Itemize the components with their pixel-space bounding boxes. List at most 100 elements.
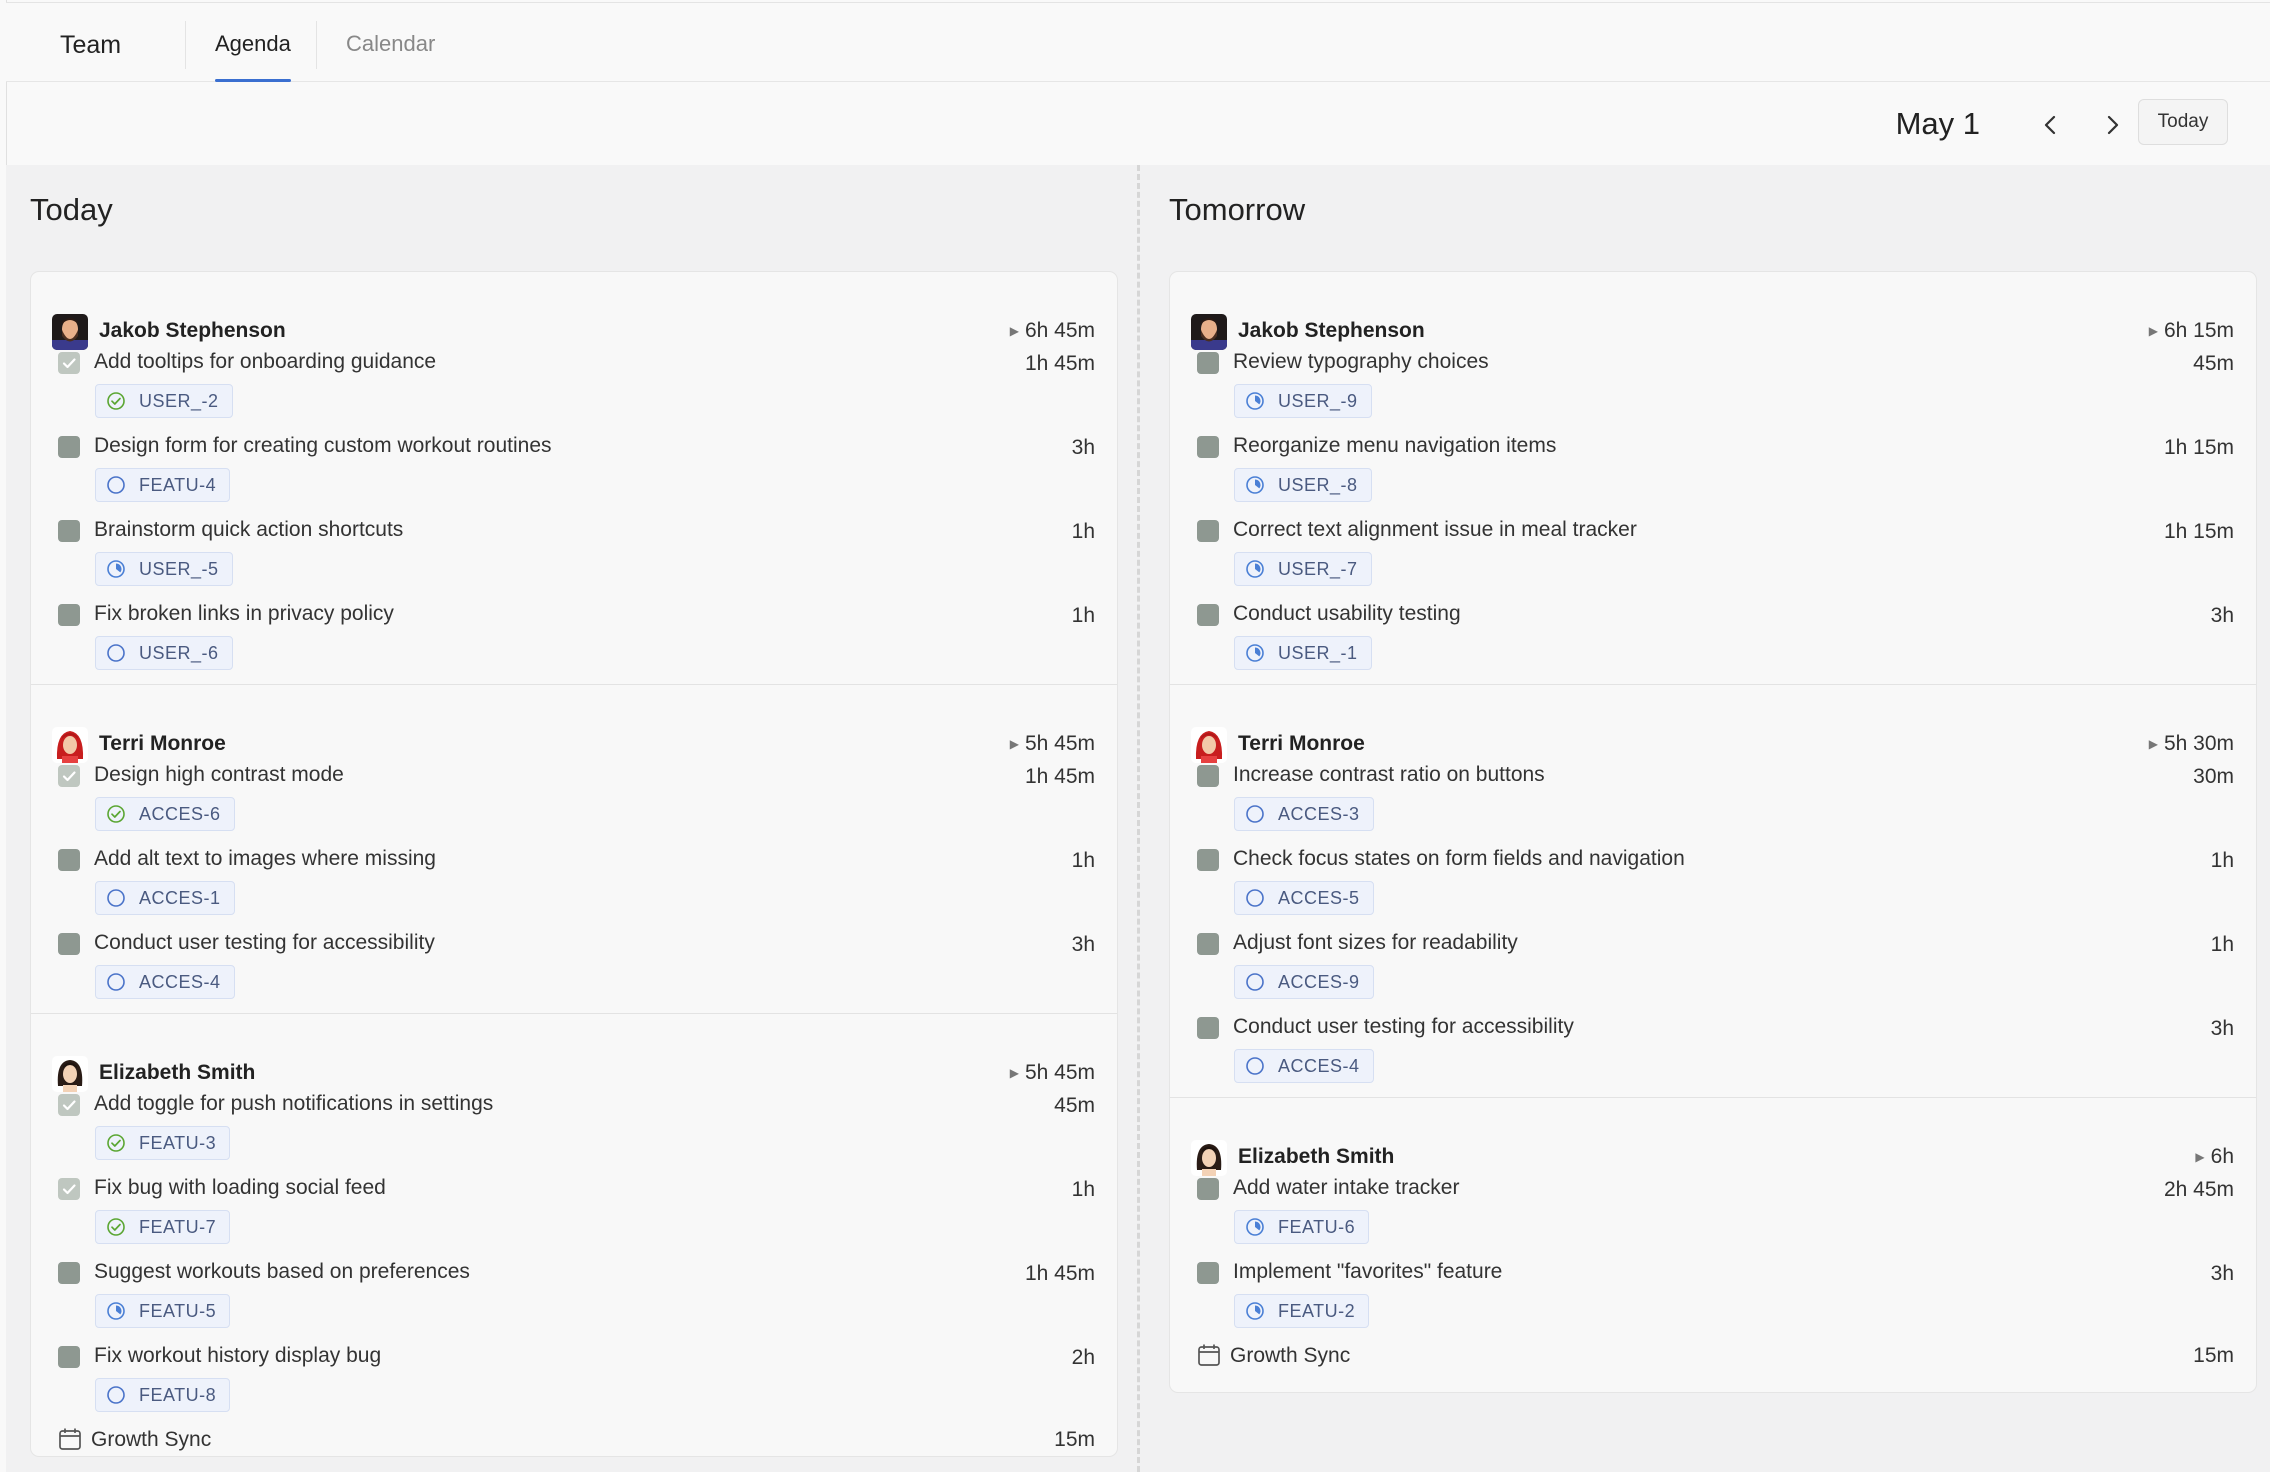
person-total-value: 5h 45m: [1024, 1061, 1095, 1084]
task-checkbox[interactable]: [58, 604, 80, 626]
task-checkbox[interactable]: [58, 520, 80, 542]
task-checkbox[interactable]: [1197, 849, 1219, 871]
task-title[interactable]: Conduct user testing for accessibility: [94, 931, 435, 955]
task-title[interactable]: Fix broken links in privacy policy: [94, 602, 394, 626]
task-checkbox[interactable]: [1197, 765, 1219, 787]
expand-triangle-icon: ▶: [1009, 1066, 1019, 1081]
person-total-value: 6h: [2210, 1145, 2234, 1168]
task-issue-tag[interactable]: FEATU-3: [95, 1126, 231, 1160]
task-title[interactable]: Add water intake tracker: [1233, 1176, 1459, 1200]
task-row: Add water intake tracker 2h 45m FEATU-6: [1170, 1166, 2256, 1250]
today-card: Jakob Stephenson ▶ 6h 45m Add tooltips for …: [30, 271, 1118, 1457]
task-checkbox[interactable]: [58, 1178, 80, 1200]
tab-separator: [185, 21, 186, 69]
task-issue-id: USER_-5: [139, 558, 219, 579]
task-duration: 1h: [2210, 849, 2234, 872]
task-row: Conduct usability testing 3h USER_-1: [1170, 592, 2256, 676]
task-issue-id: USER_-2: [139, 390, 219, 411]
task-issue-tag[interactable]: USER_-1: [1234, 636, 1372, 670]
event-duration: 15m: [1054, 1428, 1095, 1451]
calendar-icon: [57, 1426, 83, 1452]
calendar-event-row[interactable]: Growth Sync 15m: [1170, 1334, 2256, 1380]
task-checkbox[interactable]: [58, 436, 80, 458]
task-issue-tag[interactable]: FEATU-2: [1234, 1294, 1370, 1328]
task-issue-tag[interactable]: USER_-9: [1234, 384, 1372, 418]
expand-triangle-icon: ▶: [2195, 1150, 2205, 1165]
task-issue-tag[interactable]: FEATU-7: [95, 1210, 231, 1244]
task-duration: 1h 45m: [1024, 765, 1095, 788]
task-issue-tag[interactable]: FEATU-5: [95, 1294, 231, 1328]
task-title[interactable]: Design high contrast mode: [94, 763, 344, 787]
task-title[interactable]: Reorganize menu navigation items: [1233, 434, 1556, 458]
task-row: Add alt text to images where missing 1h AC…: [31, 837, 1117, 921]
task-checkbox[interactable]: [1197, 1262, 1219, 1284]
task-title[interactable]: Design form for creating custom workout …: [94, 434, 552, 458]
task-checkbox[interactable]: [58, 765, 80, 787]
event-title: Growth Sync: [91, 1428, 212, 1451]
task-checkbox[interactable]: [58, 849, 80, 871]
task-checkbox[interactable]: [58, 933, 80, 955]
task-row: Design form for creating custom workout …: [31, 424, 1117, 508]
tab-calendar[interactable]: Calendar: [346, 31, 435, 57]
task-title[interactable]: Conduct usability testing: [1233, 602, 1461, 626]
task-issue-id: USER_-1: [1278, 642, 1358, 663]
task-issue-id: ACCES-6: [139, 803, 221, 824]
task-issue-tag[interactable]: ACCES-3: [1234, 797, 1374, 831]
task-checkbox[interactable]: [1197, 436, 1219, 458]
task-checkbox[interactable]: [1197, 604, 1219, 626]
tab-agenda[interactable]: Agenda: [215, 31, 291, 82]
task-issue-tag[interactable]: ACCES-4: [95, 965, 235, 999]
task-issue-tag[interactable]: USER_-6: [95, 636, 233, 670]
task-checkbox[interactable]: [1197, 352, 1219, 374]
task-title[interactable]: Implement "favorites" feature: [1233, 1260, 1502, 1284]
calendar-event-row[interactable]: Growth Sync 15m: [31, 1418, 1117, 1456]
task-title[interactable]: Check focus states on form fields and na…: [1233, 847, 1685, 871]
expand-triangle-icon: ▶: [2148, 737, 2158, 752]
task-issue-tag[interactable]: USER_-2: [95, 384, 233, 418]
task-issue-tag[interactable]: FEATU-8: [95, 1378, 231, 1412]
task-issue-id: USER_-8: [1278, 474, 1358, 495]
task-checkbox[interactable]: [58, 1346, 80, 1368]
task-issue-tag[interactable]: ACCES-9: [1234, 965, 1374, 999]
task-checkbox[interactable]: [1197, 1017, 1219, 1039]
task-checkbox[interactable]: [1197, 933, 1219, 955]
task-title[interactable]: Fix bug with loading social feed: [94, 1176, 386, 1200]
task-issue-tag[interactable]: ACCES-5: [1234, 881, 1374, 915]
task-title[interactable]: Add tooltips for onboarding guidance: [94, 350, 436, 374]
task-title[interactable]: Adjust font sizes for readability: [1233, 931, 1518, 955]
task-checkbox[interactable]: [58, 1262, 80, 1284]
task-duration: 1h: [2210, 933, 2234, 956]
task-title[interactable]: Fix workout history display bug: [94, 1344, 381, 1368]
task-issue-tag[interactable]: ACCES-6: [95, 797, 235, 831]
task-checkbox[interactable]: [58, 352, 80, 374]
task-title[interactable]: Add alt text to images where missing: [94, 847, 436, 871]
task-issue-tag[interactable]: USER_-5: [95, 552, 233, 586]
next-day-button[interactable]: [2095, 108, 2129, 142]
task-title[interactable]: Conduct user testing for accessibility: [1233, 1015, 1574, 1039]
task-title[interactable]: Brainstorm quick action shortcuts: [94, 518, 403, 542]
task-checkbox[interactable]: [1197, 1178, 1219, 1200]
task-title[interactable]: Correct text alignment issue in meal tra…: [1233, 518, 1637, 542]
task-issue-tag[interactable]: USER_-7: [1234, 552, 1372, 586]
task-title[interactable]: Suggest workouts based on preferences: [94, 1260, 470, 1284]
task-issue-tag[interactable]: USER_-8: [1234, 468, 1372, 502]
person-total-value: 5h 45m: [1024, 732, 1095, 755]
task-title[interactable]: Add toggle for push notifications in set…: [94, 1092, 493, 1116]
task-checkbox[interactable]: [1197, 520, 1219, 542]
task-issue-tag[interactable]: FEATU-4: [95, 468, 231, 502]
today-button[interactable]: Today: [2138, 99, 2228, 145]
task-row: Increase contrast ratio on buttons 30m ACC…: [1170, 753, 2256, 837]
task-title[interactable]: Review typography choices: [1233, 350, 1489, 374]
task-issue-tag[interactable]: ACCES-4: [1234, 1049, 1374, 1083]
previous-day-button[interactable]: [2034, 108, 2068, 142]
chevron-right-icon: [2107, 115, 2119, 135]
done-circle-icon: [106, 391, 139, 411]
todo-circle-icon: [106, 1385, 139, 1405]
task-issue-id: USER_-9: [1278, 390, 1358, 411]
task-checkbox[interactable]: [58, 1094, 80, 1116]
person-section: Elizabeth Smith ▶ 6h Add water intake track…: [1170, 1098, 2256, 1388]
task-row: Review typography choices 45m USER_-9: [1170, 340, 2256, 424]
task-issue-tag[interactable]: ACCES-1: [95, 881, 235, 915]
task-issue-tag[interactable]: FEATU-6: [1234, 1210, 1370, 1244]
task-title[interactable]: Increase contrast ratio on buttons: [1233, 763, 1545, 787]
